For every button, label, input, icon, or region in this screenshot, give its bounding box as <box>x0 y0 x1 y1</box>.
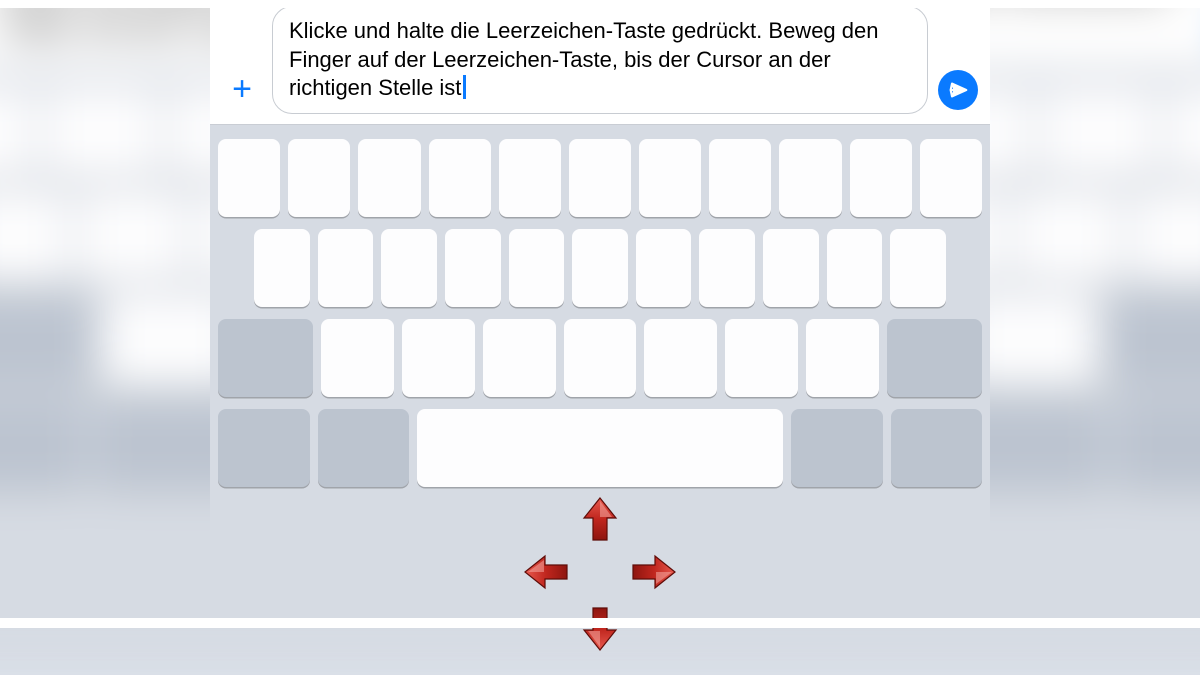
blank-key[interactable] <box>318 229 374 307</box>
modifier-key[interactable] <box>791 409 883 487</box>
arrow-up-icon <box>580 496 620 544</box>
modifier-key[interactable] <box>887 319 982 397</box>
blank-key[interactable] <box>806 319 879 397</box>
onscreen-keyboard[interactable] <box>210 125 990 628</box>
blank-key[interactable] <box>445 229 501 307</box>
blank-key[interactable] <box>1041 87 1156 177</box>
blank-key[interactable] <box>254 229 310 307</box>
blank-key[interactable] <box>358 139 420 217</box>
spacebar-key[interactable] <box>417 409 783 487</box>
return-key[interactable] <box>1115 397 1200 487</box>
blank-key[interactable] <box>218 139 280 217</box>
blank-key[interactable] <box>483 319 556 397</box>
blank-key[interactable] <box>763 229 819 307</box>
blank-key[interactable] <box>827 229 883 307</box>
blank-key[interactable] <box>0 87 35 177</box>
plus-icon: + <box>232 70 252 109</box>
blank-key[interactable] <box>699 229 755 307</box>
modifier-key[interactable] <box>218 319 313 397</box>
return-key[interactable] <box>891 409 983 487</box>
blank-key[interactable] <box>1131 190 1200 280</box>
modifier-key[interactable] <box>318 409 410 487</box>
blank-key[interactable] <box>572 229 628 307</box>
blank-key[interactable] <box>850 139 912 217</box>
blank-key[interactable] <box>321 319 394 397</box>
modifier-key[interactable] <box>1106 294 1200 384</box>
keyboard-row <box>218 139 982 217</box>
blank-key[interactable] <box>509 229 565 307</box>
blank-key[interactable] <box>636 229 692 307</box>
blank-key[interactable] <box>890 229 946 307</box>
blank-key[interactable] <box>709 139 771 217</box>
blank-key[interactable] <box>725 319 798 397</box>
blank-key[interactable] <box>429 139 491 217</box>
add-attachment-button[interactable]: + <box>222 70 262 110</box>
arrow-left-icon <box>523 552 571 592</box>
send-icon <box>947 79 969 101</box>
blank-key[interactable] <box>779 139 841 217</box>
modifier-key[interactable] <box>0 294 94 384</box>
text-cursor <box>463 75 466 99</box>
blank-key[interactable] <box>499 139 561 217</box>
blank-key[interactable] <box>644 319 717 397</box>
blank-key[interactable] <box>639 139 701 217</box>
modifier-key[interactable] <box>0 397 85 487</box>
blank-key[interactable] <box>564 319 637 397</box>
blank-key[interactable] <box>569 139 631 217</box>
message-text: Klicke und halte die Leerzeichen-Taste g… <box>289 18 878 100</box>
blank-key[interactable] <box>1165 87 1200 177</box>
blank-key[interactable] <box>1014 190 1122 280</box>
keyboard-row <box>218 409 982 487</box>
blank-key[interactable] <box>0 190 69 280</box>
blank-key[interactable] <box>78 190 186 280</box>
send-button[interactable] <box>938 70 978 110</box>
blank-key[interactable] <box>288 139 350 217</box>
blank-key[interactable] <box>920 139 982 217</box>
arrow-right-icon <box>629 552 677 592</box>
blank-key[interactable] <box>402 319 475 397</box>
message-input[interactable]: Klicke und halte die Leerzeichen-Taste g… <box>272 6 928 114</box>
blank-key[interactable] <box>381 229 437 307</box>
keyboard-row <box>218 319 982 397</box>
blank-key[interactable] <box>44 87 159 177</box>
keyboard-row <box>218 229 982 307</box>
modifier-key[interactable] <box>218 409 310 487</box>
compose-bar: + Klicke und halte die Leerzeichen-Taste… <box>210 0 990 125</box>
